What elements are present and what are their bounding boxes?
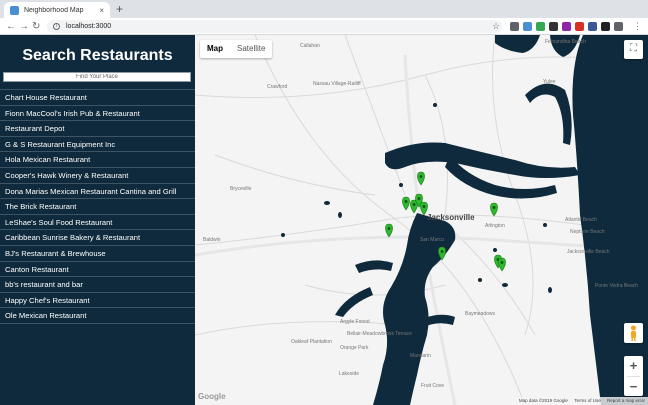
restaurant-list-item[interactable]: LeShae's Soul Food Restaurant xyxy=(0,215,195,231)
map-data-credit: Map data ©2019 Google xyxy=(518,398,568,403)
map-place-label: San Marco xyxy=(420,237,444,243)
map-place-label: Yulee xyxy=(543,79,556,85)
map-place-label: Jacksonville Beach xyxy=(567,249,610,255)
restaurant-list-item[interactable]: Caribbean Sunrise Bakery & Restaurant xyxy=(0,230,195,246)
map-canvas[interactable]: Callahan Crawford Nassau Village-Ratliff Fe… xyxy=(195,35,648,405)
map-place-label: Jacksonville xyxy=(427,213,475,222)
new-tab-button[interactable]: + xyxy=(116,2,123,16)
map-type-control: Map Satellite xyxy=(200,40,273,58)
restaurant-list-item[interactable]: Canton Restaurant xyxy=(0,262,195,278)
restaurant-list: Chart House Restaurant Fionn MacCool's Ir… xyxy=(0,89,195,324)
map-place-label: Crawford xyxy=(267,84,288,90)
map-attribution: Map data ©2019 Google Terms of Use Repor… xyxy=(510,397,648,405)
map-place-label: Argyle Forest xyxy=(340,319,370,325)
extension-icon[interactable] xyxy=(575,22,584,31)
extension-icon[interactable] xyxy=(536,22,545,31)
restaurant-list-item[interactable]: The Brick Restaurant xyxy=(0,199,195,215)
restaurant-list-item[interactable]: BJ's Restaurant & Brewhouse xyxy=(0,246,195,262)
map-place-label: Fruit Cove xyxy=(421,383,444,389)
forward-icon[interactable]: → xyxy=(19,19,29,34)
map-place-label: Lakeside xyxy=(339,371,359,377)
restaurant-list-item[interactable]: Dona Marias Mexican Restaurant Cantina a… xyxy=(0,184,195,200)
map[interactable]: Callahan Crawford Nassau Village-Ratliff Fe… xyxy=(195,35,648,405)
zoom-out-button[interactable]: − xyxy=(624,377,643,397)
map-place-label: Baldwin xyxy=(203,237,221,243)
url-text: localhost:3000 xyxy=(66,23,112,30)
extension-icon[interactable] xyxy=(588,22,597,31)
browser-tab[interactable]: Neighborhood Map × xyxy=(4,2,110,18)
extension-icon[interactable] xyxy=(510,22,519,31)
map-place-label: Callahan xyxy=(300,43,320,49)
map-type-map-button[interactable]: Map xyxy=(200,40,230,58)
fullscreen-icon[interactable]: ⛶ xyxy=(624,40,643,59)
map-place-label: Neptune Beach xyxy=(570,229,605,235)
extension-icon[interactable] xyxy=(614,22,623,31)
reload-icon[interactable]: ↻ xyxy=(32,19,40,34)
browser-tab-bar: Neighborhood Map × + xyxy=(0,0,648,18)
map-place-label: Mandarin xyxy=(410,353,431,359)
map-place-label: Ponte Vedra Beach xyxy=(595,283,638,289)
restaurant-list-item[interactable]: Restaurant Depot xyxy=(0,121,195,137)
restaurant-list-item[interactable]: bb's restaurant and bar xyxy=(0,277,195,293)
map-place-label: Atlantic Beach xyxy=(565,217,597,223)
restaurant-list-item[interactable]: Fionn MacCool's Irish Pub & Restaurant xyxy=(0,106,195,122)
terms-link[interactable]: Terms of Use xyxy=(574,398,601,403)
back-icon[interactable]: ← xyxy=(6,19,16,34)
bookmark-star-icon[interactable]: ☆ xyxy=(492,20,500,32)
restaurant-list-item[interactable]: Hola Mexican Restaurant xyxy=(0,152,195,168)
favicon-icon xyxy=(10,5,19,15)
report-error-link[interactable]: Report a map error xyxy=(607,398,645,403)
map-place-label: Nassau Village-Ratliff xyxy=(313,81,361,87)
map-place-label: Bellair-Meadowbrook Terrace xyxy=(347,331,412,337)
sidebar-title: Search Restaurants xyxy=(22,47,173,64)
extension-icon[interactable] xyxy=(601,22,610,31)
restaurant-list-item[interactable]: G & S Restaurant Equipment Inc xyxy=(0,137,195,153)
street-view-pegman-icon[interactable] xyxy=(624,323,643,343)
tab-title: Neighborhood Map xyxy=(24,6,84,14)
extension-icon[interactable] xyxy=(549,22,558,31)
map-place-label: Baymeadows xyxy=(465,311,496,317)
zoom-in-button[interactable]: + xyxy=(624,356,643,376)
tab-close-icon[interactable]: × xyxy=(99,6,104,15)
map-place-label: Fernandina Beach xyxy=(545,39,586,45)
map-type-satellite-button[interactable]: Satellite xyxy=(230,40,272,58)
restaurant-list-item[interactable]: Ole Mexican Restaurant xyxy=(0,308,195,324)
search-input[interactable] xyxy=(3,72,191,82)
zoom-control: + − xyxy=(624,356,643,396)
menu-icon[interactable]: ⋮ xyxy=(633,19,642,34)
restaurant-list-item[interactable]: Cooper's Hawk Winery & Restaurant xyxy=(0,168,195,184)
google-logo: Google xyxy=(198,392,226,401)
map-place-label: Arlington xyxy=(485,223,505,229)
info-icon: i xyxy=(53,23,60,30)
browser-toolbar: ← → ↻ i localhost:3000 ☆ ⋮ xyxy=(0,18,648,35)
extension-icon[interactable] xyxy=(562,22,571,31)
map-place-label: Bryceville xyxy=(230,186,252,192)
sidebar: Search Restaurants Chart House Restauran… xyxy=(0,35,195,405)
map-place-label: Oakleaf Plantation xyxy=(291,339,332,345)
restaurant-list-item[interactable]: Happy Chef's Restaurant xyxy=(0,293,195,309)
map-place-label: Orange Park xyxy=(340,345,369,351)
extension-icon[interactable] xyxy=(523,22,532,31)
restaurant-list-item[interactable]: Chart House Restaurant xyxy=(0,90,195,106)
address-bar[interactable]: i localhost:3000 xyxy=(47,20,502,33)
